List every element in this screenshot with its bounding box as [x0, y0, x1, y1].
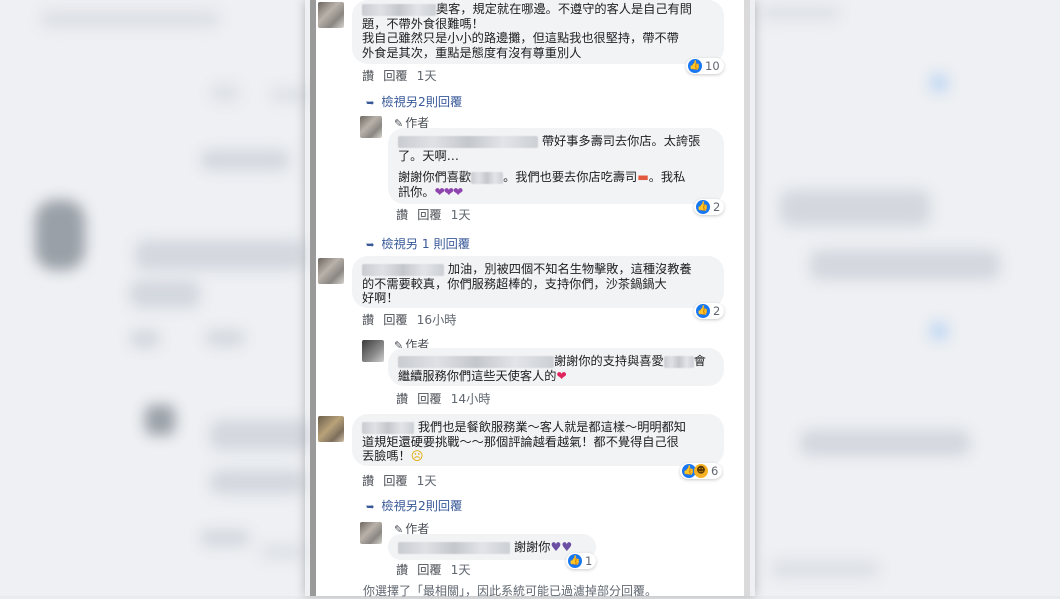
- comment-text: 的不需要較真，你們服務超棒的，支持你們，沙茶鍋鍋大: [362, 276, 667, 291]
- like-icon: 👍: [568, 554, 582, 568]
- reply-text: 帶好事多壽司去你店。太誇張: [541, 134, 701, 148]
- comment-bubble: 奧客，規定就在哪邊。不遵守的客人是自己有問 題，不帶外食很難嗎！ 我自己雖然只是…: [352, 0, 724, 64]
- cat-emoji-icon: ♥♥: [550, 540, 573, 554]
- reaction-count[interactable]: 👍 ☻ 6: [680, 463, 723, 479]
- like-button[interactable]: 讚: [362, 474, 374, 488]
- scrollbar[interactable]: [744, 0, 750, 596]
- comment-bubble: 加油，別被四個不知名生物擊敗，這種沒教養 的不需要較真，你們服務超棒的，支持你們…: [352, 256, 724, 308]
- like-icon: 👍: [696, 304, 710, 318]
- reply-button[interactable]: 回覆: [383, 474, 407, 488]
- timestamp[interactable]: 1天: [451, 208, 471, 222]
- comment-bubble: 我們也是餐飲服務業～客人就是都這樣～明明都知 道規矩還硬要挑戰～～那個評論越看越…: [352, 414, 724, 466]
- comment-text: 丟臉嗎！: [362, 449, 411, 463]
- sushi-icon: ▬: [637, 170, 649, 184]
- timestamp[interactable]: 1天: [417, 474, 437, 488]
- avatar[interactable]: [362, 340, 384, 362]
- redacted-name: [398, 541, 510, 554]
- reply-arrow-icon: ➥: [366, 98, 375, 109]
- comment-actions: 讚回覆 1天: [362, 66, 446, 84]
- like-button[interactable]: 讚: [396, 208, 408, 222]
- reply-text: 謝謝你們喜歡: [398, 170, 472, 184]
- redacted-name: [362, 3, 436, 16]
- view-more-replies[interactable]: ➥ 檢視另2則回覆: [366, 92, 462, 110]
- timestamp[interactable]: 16小時: [417, 313, 457, 327]
- heart-icon: ❤: [556, 368, 567, 383]
- avatar[interactable]: [360, 522, 382, 544]
- reply-text: 繼續服務你們這些天使客人的: [398, 368, 557, 383]
- comment-text: 外食是其次，重點是態度有沒有尊重別人: [362, 45, 582, 60]
- panel-left-edge: [310, 0, 316, 596]
- redacted-name: [362, 421, 414, 434]
- like-button[interactable]: 讚: [362, 69, 374, 83]
- avatar[interactable]: [360, 116, 382, 138]
- redacted-name: [398, 135, 538, 148]
- like-button[interactable]: 讚: [396, 392, 408, 406]
- avatar[interactable]: [318, 416, 344, 442]
- purple-heart-icon: ❤❤❤: [434, 184, 464, 199]
- comment-text: 我們也是餐飲服務業～客人就是都這樣～明明都知: [417, 420, 686, 434]
- filter-notice: 你選擇了「最相關」，因此系統可能已過濾掉部分回覆。: [363, 584, 658, 598]
- redacted-name: [471, 171, 504, 184]
- redacted-name: [663, 355, 694, 368]
- timestamp[interactable]: 14小時: [451, 392, 491, 406]
- reply-text: 謝謝你: [513, 540, 551, 554]
- avatar[interactable]: [318, 2, 344, 28]
- reaction-count[interactable]: 👍 1: [566, 553, 597, 569]
- reaction-count[interactable]: 👍 10: [686, 58, 724, 74]
- haha-icon: ☻: [694, 464, 708, 478]
- timestamp[interactable]: 1天: [451, 563, 471, 577]
- like-icon: 👍: [688, 59, 702, 73]
- reply-button[interactable]: 回覆: [417, 392, 441, 406]
- reply-button[interactable]: 回覆: [417, 563, 441, 577]
- reply-arrow-icon: ➥: [366, 240, 375, 251]
- timestamp[interactable]: 1天: [417, 69, 437, 83]
- comment-text: 好啊！: [362, 291, 399, 305]
- reply-actions: 讚回覆 14小時: [396, 389, 499, 407]
- avatar[interactable]: [318, 258, 344, 284]
- reply-text: 。我們也要去你店吃壽司: [503, 170, 638, 184]
- reply-button[interactable]: 回覆: [383, 313, 407, 327]
- comment-text: 加油，別被四個不知名生物擊敗，這種沒教養: [447, 262, 692, 276]
- reply-text: 會: [693, 354, 706, 368]
- reply-actions: 讚回覆 1天: [396, 205, 480, 223]
- view-more-replies[interactable]: ➥ 檢視另2則回覆: [366, 496, 462, 514]
- comment-text: 奧客，規定就在哪邊。不遵守的客人是自己有問: [436, 2, 692, 16]
- blurred-background-left: [0, 0, 310, 596]
- reaction-count[interactable]: 👍 2: [694, 303, 725, 319]
- reply-bubble: 帶好事多壽司去你店。太誇張 了。天啊… 謝謝你們喜歡 。我們也要去你店吃壽司▬。我…: [388, 128, 724, 204]
- reply-text: 訊你。: [398, 184, 435, 199]
- reply-bubble: 謝謝你的支持與喜愛 會 繼續服務你們這些天使客人的❤: [388, 348, 724, 386]
- comment-text: 我自己雖然只是小小的路邊攤，但這點我也很堅持，帶不帶: [362, 31, 679, 45]
- reply-button[interactable]: 回覆: [383, 69, 407, 83]
- reply-text: 。我私: [648, 170, 686, 184]
- redacted-name: [362, 263, 444, 276]
- comment-actions: 讚回覆 1天: [362, 471, 446, 489]
- reply-bubble: 謝謝你♥♥: [388, 534, 596, 560]
- reply-text: 謝謝你的支持與喜愛: [554, 354, 664, 368]
- view-more-replies[interactable]: ➥ 檢視另 1 則回覆: [366, 234, 470, 252]
- comment-text: 題，不帶外食很難嗎！: [362, 16, 484, 31]
- reaction-count[interactable]: 👍 2: [694, 199, 725, 215]
- reply-button[interactable]: 回覆: [417, 208, 441, 222]
- comment-text: 道規矩還硬要挑戰～～那個評論越看越氣！都不覺得自己很: [362, 434, 679, 449]
- comment-actions: 讚回覆 16小時: [362, 310, 465, 328]
- like-button[interactable]: 讚: [396, 563, 408, 577]
- reply-text: 了。天啊…: [398, 148, 459, 163]
- reply-arrow-icon: ➥: [366, 502, 375, 513]
- like-button[interactable]: 讚: [362, 313, 374, 327]
- like-icon: 👍: [696, 200, 710, 214]
- blurred-background-right: [750, 0, 1060, 596]
- emoji-face-icon: ☹: [410, 449, 424, 463]
- reply-actions: 讚回覆 1天: [396, 560, 480, 578]
- redacted-name: [398, 355, 554, 368]
